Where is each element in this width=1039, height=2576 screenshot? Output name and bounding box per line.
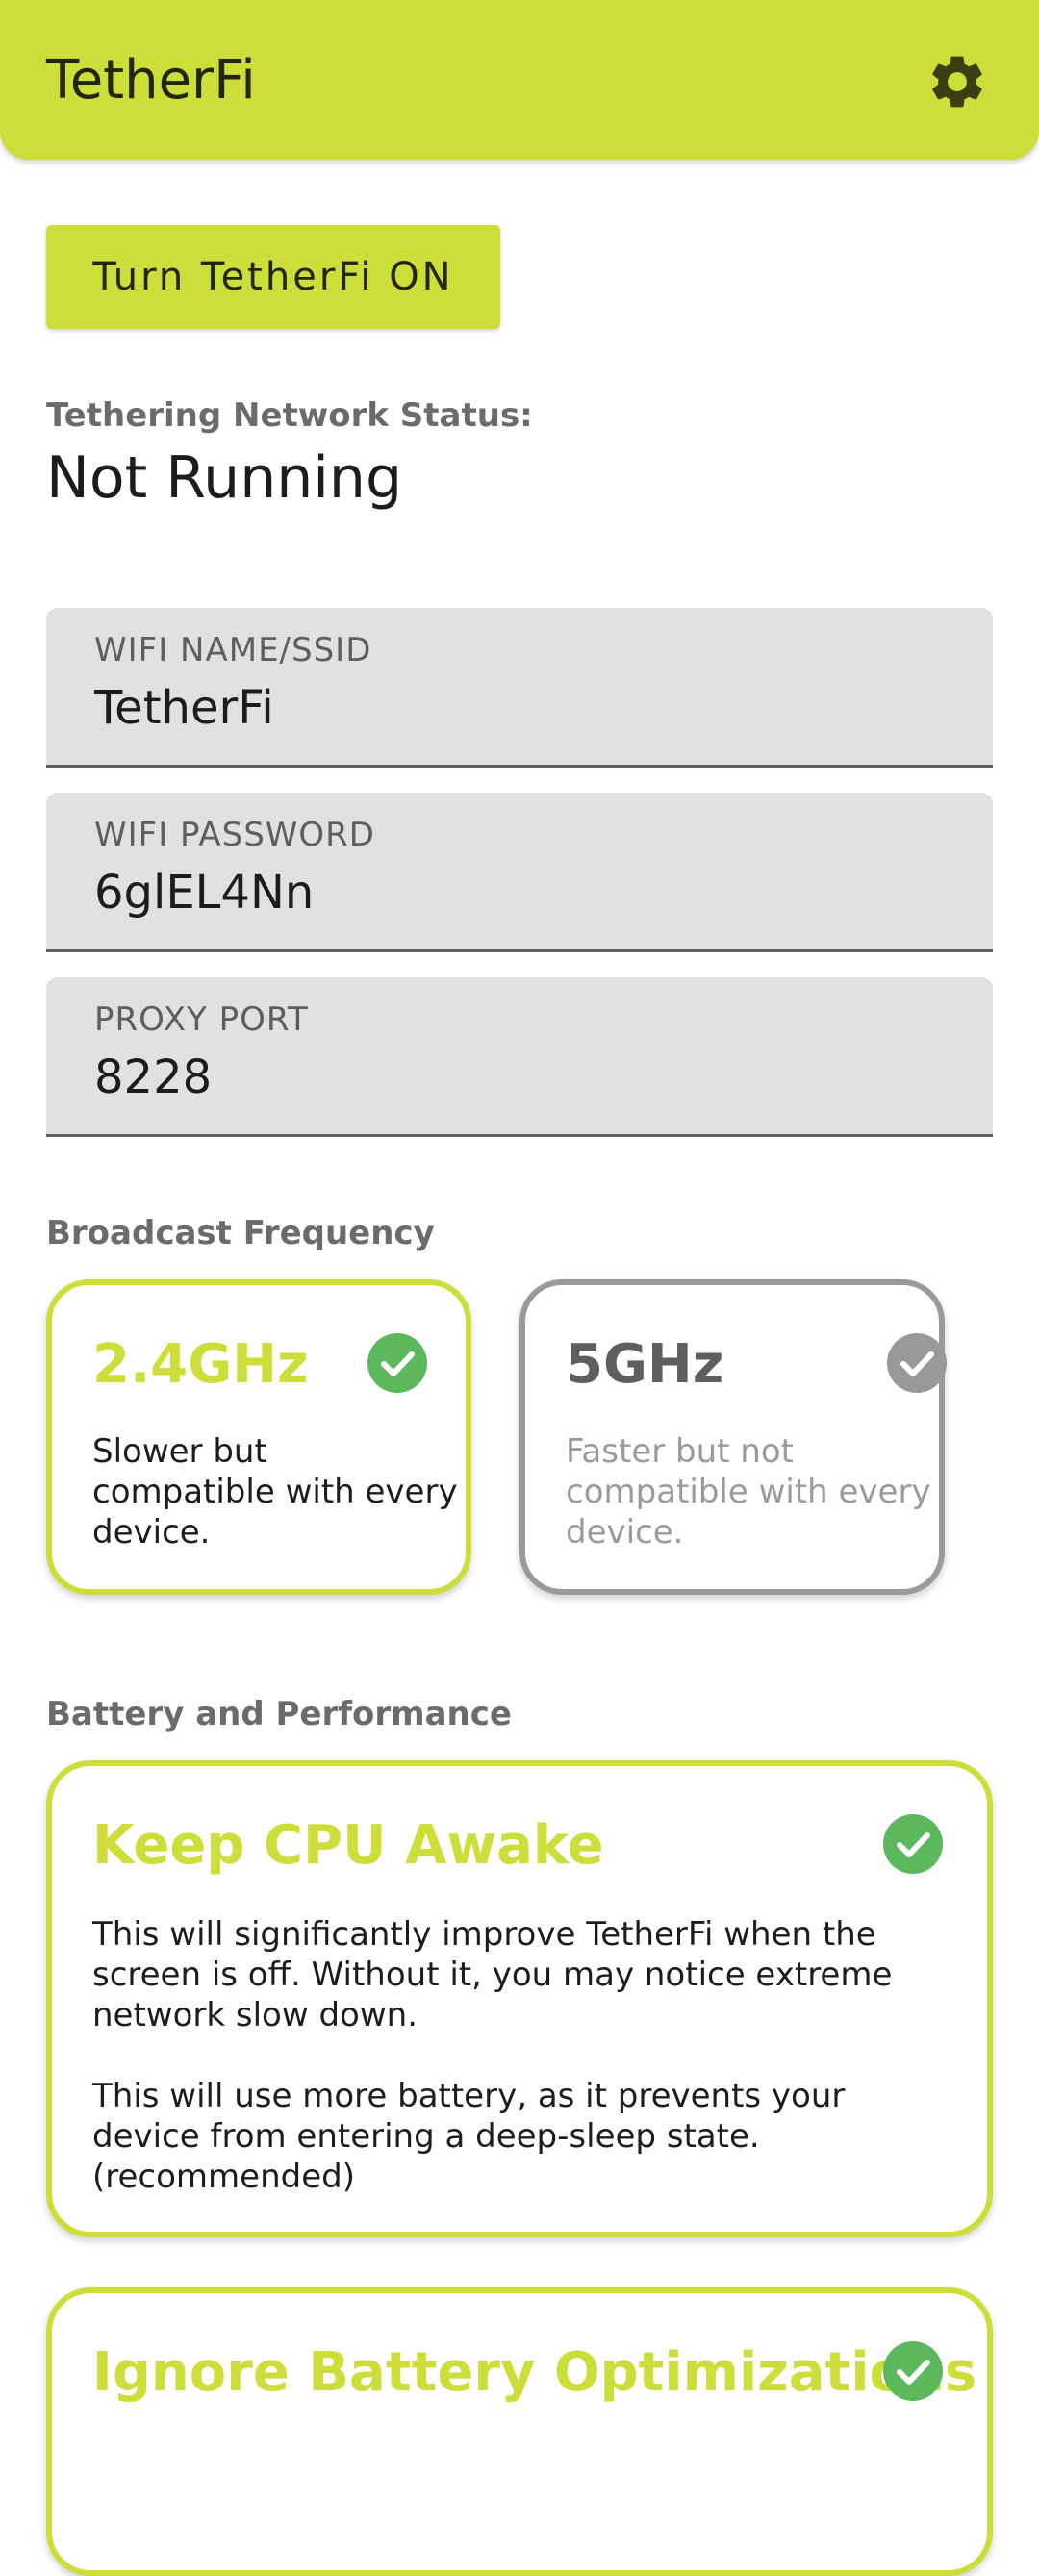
check-circle-icon [887,1333,947,1393]
ssid-label: WIFI NAME/SSID [94,631,372,669]
ssid-value[interactable]: TetherFi [94,681,274,735]
card-title: Keep CPU Awake [92,1814,604,1877]
app-title: TetherFi [46,49,256,112]
top-app-bar: TetherFi [0,0,1039,160]
keep-cpu-awake-card[interactable]: Keep CPU Awake This will significantly i… [46,1760,993,2237]
frequency-label: 2.4GHz [92,1333,309,1396]
proxy-port-value[interactable]: 8228 [94,1050,212,1104]
battery-performance-title: Battery and Performance [46,1695,512,1733]
card-paragraph: This will significantly improve TetherFi… [92,1915,893,2034]
check-circle-icon [883,2341,943,2401]
frequency-description: Faster but not compatible with every dev… [566,1432,931,1552]
ignore-battery-optimizations-card[interactable]: Ignore Battery Optimizations [46,2287,993,2576]
card-description: This will significantly improve TetherFi… [92,1914,939,2237]
ssid-field[interactable]: WIFI NAME/SSID TetherFi [46,608,993,768]
frequency-option-2-4ghz[interactable]: 2.4GHz Slower but compatible with every … [46,1279,471,1595]
check-circle-icon [367,1333,427,1393]
password-label: WIFI PASSWORD [94,816,375,854]
status-label: Tethering Network Status: [46,396,533,435]
frequency-label: 5GHz [566,1333,724,1396]
gear-icon[interactable] [925,50,989,114]
status-value: Not Running [46,444,403,512]
frequency-option-5ghz[interactable]: 5GHz Faster but not compatible with ever… [520,1279,947,1595]
card-title: Ignore Battery Optimizations [92,2341,977,2404]
turn-on-button[interactable]: Turn TetherFi ON [46,225,500,329]
proxy-port-field[interactable]: PROXY PORT 8228 [46,977,993,1137]
card-paragraph: This will use more battery, as it preven… [92,2077,846,2196]
broadcast-frequency-title: Broadcast Frequency [46,1214,435,1252]
password-field[interactable]: WIFI PASSWORD 6glEL4Nn [46,793,993,952]
password-value[interactable]: 6glEL4Nn [94,866,314,920]
proxy-port-label: PROXY PORT [94,1000,309,1039]
frequency-description: Slower but compatible with every device. [92,1432,458,1552]
check-circle-icon [883,1814,943,1874]
